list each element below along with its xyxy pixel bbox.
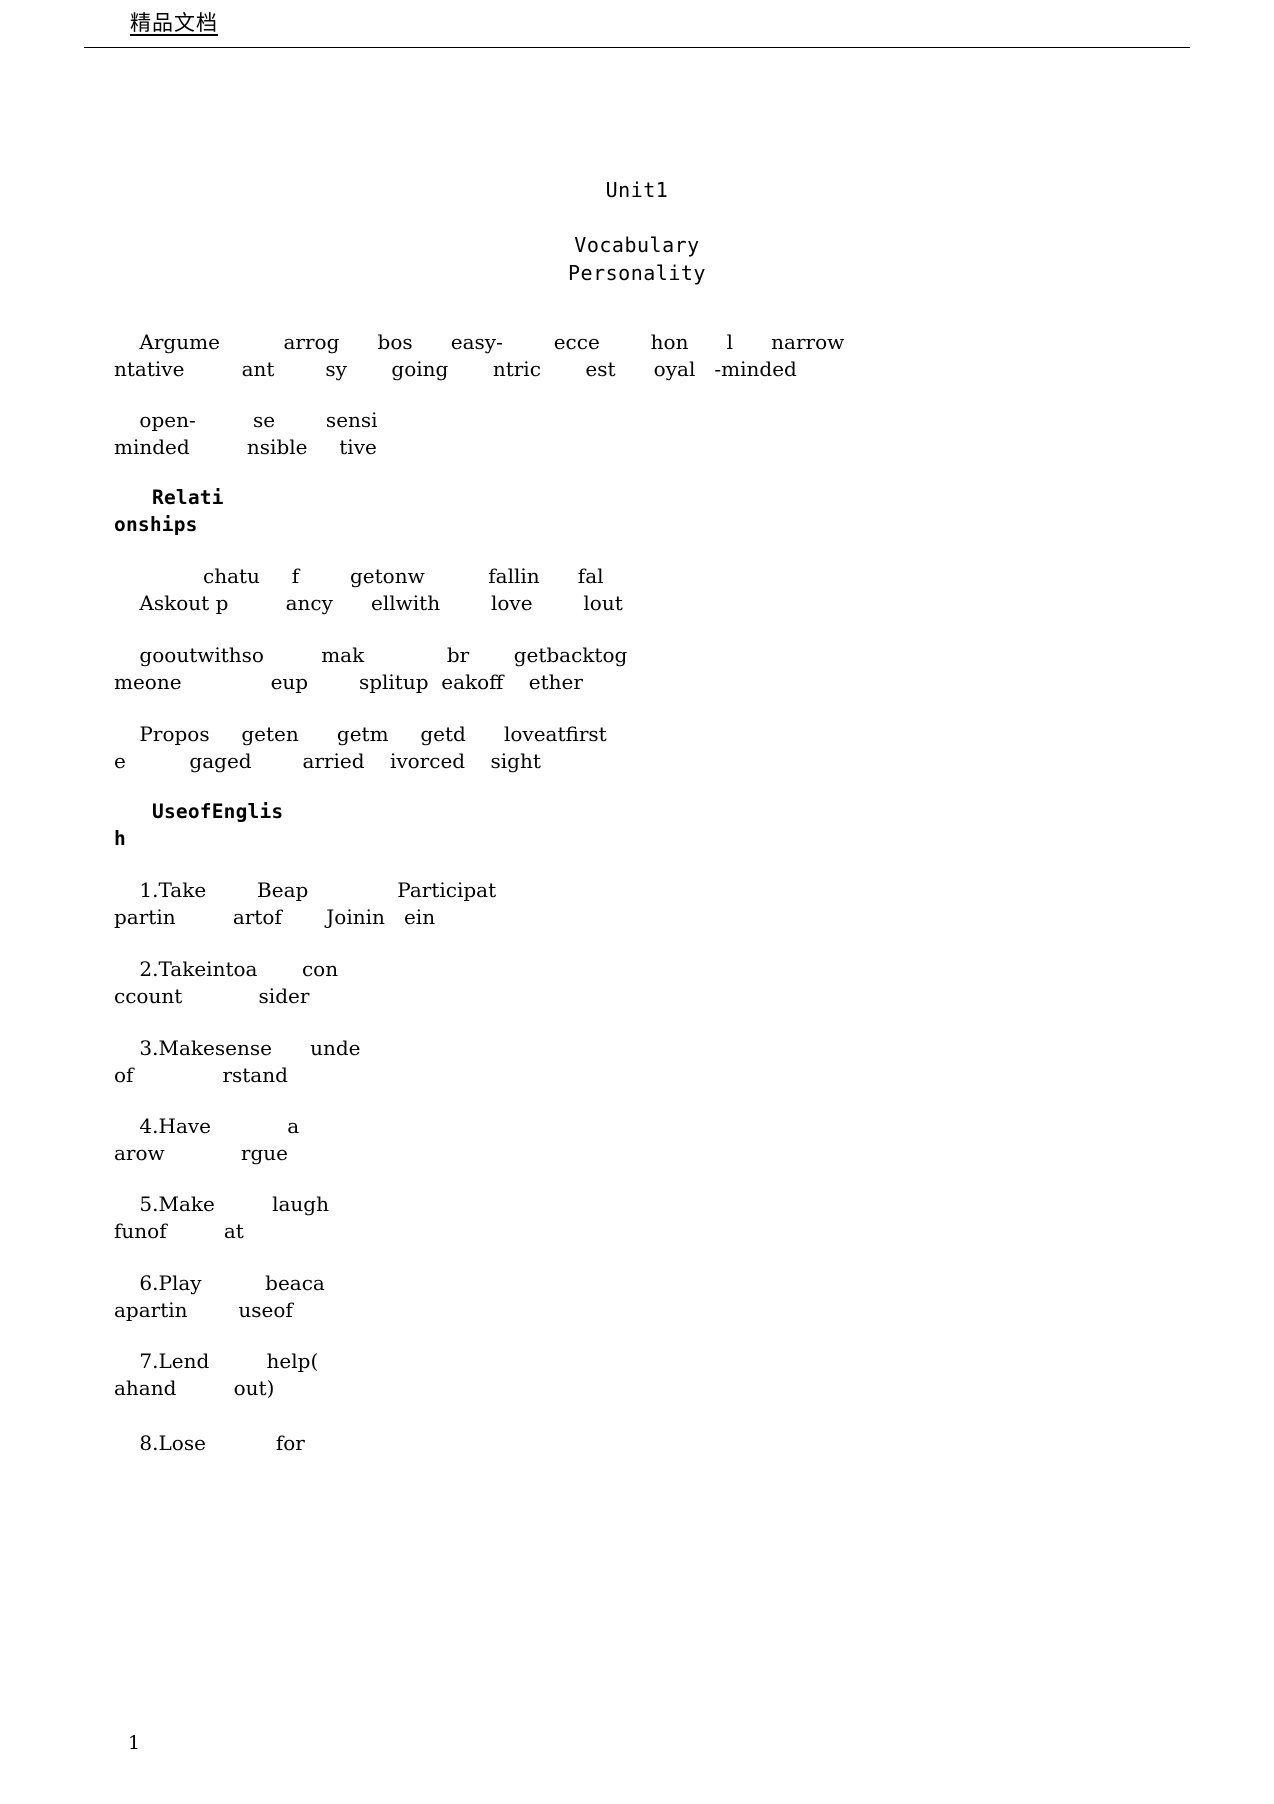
personality-heading: Personality xyxy=(568,261,706,285)
personality-row-2-bottom: minded nsible tive xyxy=(114,435,377,459)
personality-row-1-top: Argume arrog bos easy- ecce hon l narrow xyxy=(114,330,845,354)
relationships-heading-line-1: Relati xyxy=(152,486,224,509)
relationships-row-1-bottom: Askout p ancy ellwith love lout xyxy=(114,591,623,615)
useofenglish-item-1-bottom: partin artof Joinin ein xyxy=(114,905,436,929)
useofenglish-item-4-top: 4.Have a xyxy=(114,1114,300,1138)
relationships-row-2-bottom: meone eup splitup eakoff ether xyxy=(114,670,583,694)
useofenglish-item-5-top: 5.Make laugh xyxy=(114,1192,329,1216)
useofenglish-item-5-bottom: funof at xyxy=(114,1219,244,1243)
useofenglish-item-7-top: 7.Lend help( xyxy=(114,1349,319,1373)
personality-row-2-top: open- se sensi xyxy=(114,408,378,432)
header-watermark-label: 精品文档 xyxy=(130,11,218,35)
relationships-row-2-top: gooutwithso mak br getbacktog xyxy=(114,643,628,667)
useofenglish-item-8-top: 8.Lose for xyxy=(114,1431,305,1455)
document-title: Unit1 xyxy=(605,178,669,202)
relationships-row-3-bottom: e gaged arried ivorced sight xyxy=(114,749,541,773)
useofenglish-item-2-top: 2.Takeintoa con xyxy=(114,957,339,981)
document-page: 精品文档 Unit1 Vocabulary Personality Argume… xyxy=(0,0,1274,1804)
useofenglish-item-6-top: 6.Play beaca xyxy=(114,1271,325,1295)
useofenglish-heading-line-1: UseofEnglis xyxy=(152,800,284,823)
useofenglish-item-3-top: 3.Makesense unde xyxy=(114,1036,361,1060)
relationships-row-1-top: chatu f getonw fallin fal xyxy=(114,564,604,588)
useofenglish-item-3-bottom: of rstand xyxy=(114,1063,288,1087)
page-header: 精品文档 xyxy=(0,0,1274,52)
personality-row-1-bottom: ntative ant sy going ntric est oyal -min… xyxy=(114,357,797,381)
useofenglish-heading-line-2: h xyxy=(114,827,126,850)
useofenglish-item-4-bottom: arow rgue xyxy=(114,1141,289,1165)
useofenglish-item-1-top: 1.Take Beap Participat xyxy=(114,878,497,902)
header-divider-rule xyxy=(84,47,1190,48)
useofenglish-item-6-bottom: apartin useof xyxy=(114,1298,293,1322)
relationships-row-3-top: Propos geten getm getd loveatfirst xyxy=(114,722,607,746)
vocabulary-heading: Vocabulary xyxy=(574,233,700,257)
page-number: 1 xyxy=(128,1732,141,1754)
useofenglish-item-2-bottom: ccount sider xyxy=(114,984,310,1008)
relationships-heading-line-2: onships xyxy=(114,513,198,536)
useofenglish-item-7-bottom: ahand out) xyxy=(114,1376,275,1400)
